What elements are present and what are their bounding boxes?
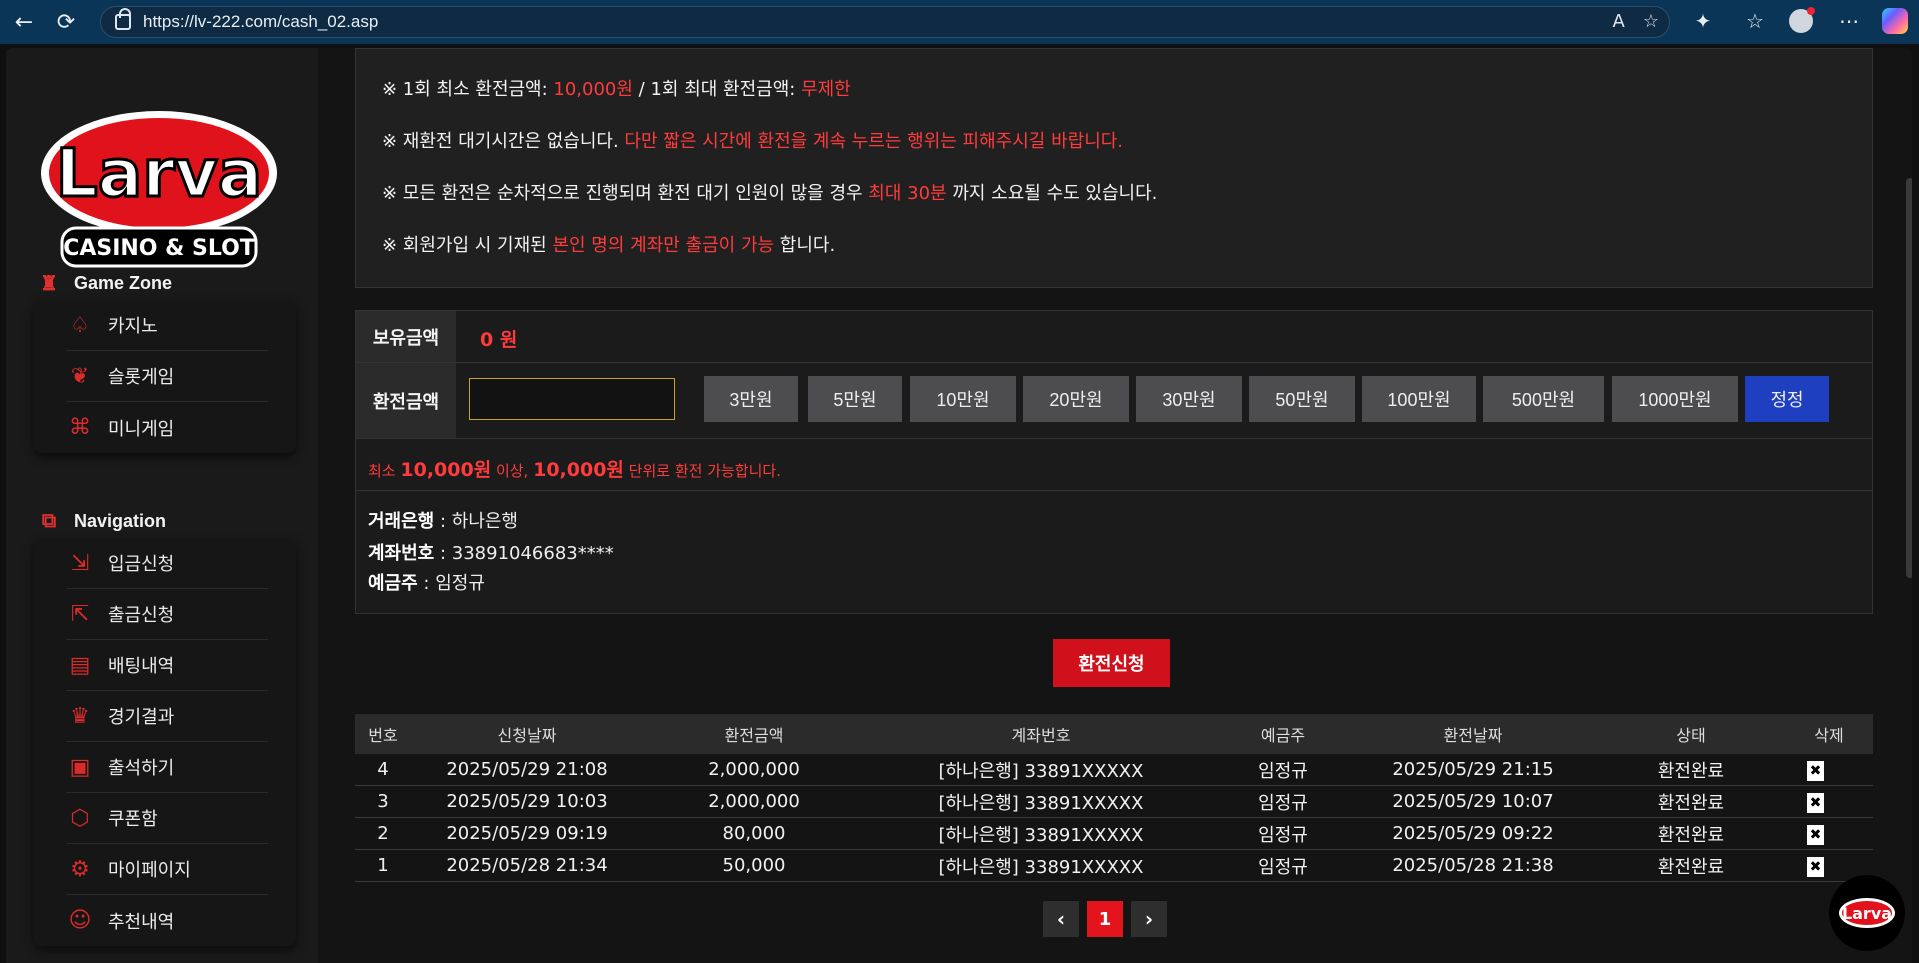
quick-500k-button[interactable]: 50만원 — [1249, 376, 1355, 422]
quick-30k-button[interactable]: 3만원 — [704, 376, 798, 422]
favorite-star-icon[interactable]: ☆ — [1643, 11, 1659, 32]
user-gear-icon: ⚙ — [70, 856, 90, 882]
spade-icon: ♤ — [70, 312, 90, 338]
quick-50k-button[interactable]: 5만원 — [808, 376, 902, 422]
next-page-button[interactable]: › — [1131, 901, 1167, 937]
svg-text:Larva: Larva — [1842, 904, 1892, 923]
delete-row-icon[interactable]: ✖ — [1807, 760, 1824, 781]
delete-row-icon[interactable]: ✖ — [1807, 792, 1824, 813]
amount-input[interactable] — [469, 378, 675, 420]
balance-label: 보유금액 — [356, 311, 456, 362]
cherry-icon: ❦ — [70, 363, 90, 389]
game-zone-menu: ♤ 카지노 ❦ 슬롯게임 ⌘ 미니게임 — [34, 300, 296, 453]
notice-box: ※ 1회 최소 환전금액: 10,000원 / 1회 최대 환전금액: 무제한 … — [355, 48, 1873, 288]
sidebar-item-coupon[interactable]: ⬡ 쿠폰함 — [66, 793, 268, 844]
delete-row-icon[interactable]: ✖ — [1807, 856, 1824, 877]
sidebar: Larva CASINO & SLOT ♜ Game Zone ♤ 카지노 ❦ … — [6, 48, 318, 963]
sidebar-item-deposit[interactable]: ⇲ 입금신청 — [66, 538, 268, 589]
sidebar-item-minigame[interactable]: ⌘ 미니게임 — [66, 402, 268, 453]
table-row: 4 2025/05/29 21:08 2,000,000 [하나은행] 33891XX… — [355, 754, 1873, 786]
sidebar-item-withdraw[interactable]: ⇱ 출금신청 — [66, 589, 268, 640]
delete-row-icon[interactable]: ✖ — [1807, 824, 1824, 845]
copilot-icon[interactable] — [1880, 6, 1910, 36]
page-scrollbar[interactable] — [1906, 178, 1912, 578]
notice-line-2: ※ 재환전 대기시간은 없습니다. 다만 짧은 시간에 환전을 계속 누르는 행… — [382, 131, 1124, 152]
navigation-title: ⧉ Navigation — [36, 508, 166, 534]
bank-info: 거래은행 : 하나은행 — [368, 511, 518, 532]
table-row: 1 2025/05/28 21:34 50,000 [하나은행] 33891XXXXX… — [355, 850, 1873, 882]
page: Larva CASINO & SLOT ♜ Game Zone ♤ 카지노 ❦ … — [6, 48, 1912, 963]
profile-avatar[interactable] — [1786, 6, 1816, 36]
withdraw-history-table: 번호 신청날짜 환전금액 계좌번호 예금주 환전날짜 상태 삭제 4 2025/0… — [355, 714, 1873, 882]
logo-text: Larva — [56, 135, 263, 212]
balance-value: 0 원 — [480, 329, 518, 351]
account-info: 계좌번호 : 33891046683**** — [368, 543, 614, 564]
chess-rook-icon: ♜ — [40, 272, 58, 295]
hint-row: 최소 10,000원 이상, 10,000원 단위로 환전 가능합니다. — [356, 439, 1872, 491]
address-bar[interactable]: https://lv-222.com/cash_02.asp A ☆ — [100, 6, 1670, 38]
quick-1m-button[interactable]: 100만원 — [1362, 376, 1476, 422]
larva-logo[interactable]: Larva CASINO & SLOT — [34, 78, 294, 288]
trophy-icon: ♛ — [70, 703, 90, 729]
sidebar-item-attendance[interactable]: ▣ 출석하기 — [66, 742, 268, 793]
gamepad-icon: ⌘ — [69, 415, 91, 440]
quick-300k-button[interactable]: 30만원 — [1136, 376, 1242, 422]
browser-toolbar: ← ⟳ https://lv-222.com/cash_02.asp A ☆ ✦… — [0, 0, 1919, 44]
sidebar-item-bet-history[interactable]: ▤ 배팅내역 — [66, 640, 268, 691]
notice-line-3: ※ 모든 환전은 순차적으로 진행되며 환전 대기 인원이 많을 경우 최대 3… — [382, 183, 1158, 204]
quick-5m-button[interactable]: 500만원 — [1483, 376, 1604, 422]
withdraw-form: 보유금액 0 원 환전금액 3만원 5만원 10만원 20만원 30만원 50만… — [355, 310, 1873, 614]
extensions-icon[interactable]: ✦ — [1688, 6, 1718, 36]
reset-amount-button[interactable]: 정정 — [1745, 376, 1829, 422]
read-aloud-icon[interactable]: A — [1613, 11, 1625, 32]
quick-200k-button[interactable]: 20만원 — [1023, 376, 1129, 422]
prev-page-button[interactable]: ‹ — [1043, 901, 1079, 937]
larva-mini-logo: Larva — [1839, 898, 1895, 928]
url-text[interactable]: https://lv-222.com/cash_02.asp — [143, 12, 378, 32]
floating-logo-button[interactable]: Larva — [1829, 875, 1905, 951]
logo-subtext: CASINO & SLOT — [63, 236, 255, 261]
balance-row: 보유금액 0 원 — [356, 311, 1872, 363]
gift-box-icon: ⬡ — [70, 805, 90, 831]
withdraw-icon: ⇱ — [70, 601, 90, 627]
sidebar-item-slot[interactable]: ❦ 슬롯게임 — [66, 351, 268, 402]
withdraw-submit-button[interactable]: 환전신청 — [1053, 639, 1170, 687]
navigation-icon: ⧉ — [41, 509, 57, 532]
table-row: 2 2025/05/29 09:19 80,000 [하나은행] 33891XXXXX… — [355, 818, 1873, 850]
holder-info: 예금주 : 임정규 — [368, 573, 485, 594]
navigation-menu: ⇲ 입금신청 ⇱ 출금신청 ▤ 배팅내역 ♛ 경기결과 ▣ 출석하기 ⬡ 쿠폰함 ⚙ 마이페이… — [34, 538, 296, 946]
notice-line-4: ※ 회원가입 시 기재된 본인 명의 계좌만 출금이 가능 합니다. — [382, 235, 836, 256]
amount-row: 환전금액 3만원 5만원 10만원 20만원 30만원 50만원 100만원 5… — [356, 363, 1872, 439]
users-icon: ☺ — [68, 908, 92, 933]
table-header: 번호 신청날짜 환전금액 계좌번호 예금주 환전날짜 상태 삭제 — [355, 714, 1873, 754]
lock-icon — [115, 8, 131, 30]
pagination: ‹ 1 › — [1043, 901, 1167, 937]
sidebar-item-mypage[interactable]: ⚙ 마이페이지 — [66, 844, 268, 895]
sidebar-item-referral[interactable]: ☺ 추천내역 — [66, 895, 268, 946]
table-row: 3 2025/05/29 10:03 2,000,000 [하나은행] 33891XX… — [355, 786, 1873, 818]
game-zone-title: ♜ Game Zone — [36, 270, 172, 296]
quick-100k-button[interactable]: 10만원 — [910, 376, 1016, 422]
amount-hint: 최소 10,000원 이상, 10,000원 단위로 환전 가능합니다. — [368, 459, 781, 481]
favorites-icon[interactable]: ☆ — [1740, 6, 1770, 36]
page-1-button[interactable]: 1 — [1087, 901, 1123, 937]
quick-10m-button[interactable]: 1000만원 — [1612, 376, 1738, 422]
sidebar-item-casino[interactable]: ♤ 카지노 — [66, 300, 268, 351]
deposit-icon: ⇲ — [70, 550, 90, 576]
amount-label: 환전금액 — [356, 363, 456, 438]
document-icon: ▤ — [69, 652, 91, 678]
notice-line-1: ※ 1회 최소 환전금액: 10,000원 / 1회 최대 환전금액: 무제한 — [382, 79, 851, 100]
calendar-icon: ▣ — [69, 754, 91, 780]
refresh-icon[interactable]: ⟳ — [48, 4, 84, 40]
more-menu-icon[interactable]: ⋯ — [1834, 6, 1864, 36]
back-arrow-icon[interactable]: ← — [6, 4, 42, 40]
sidebar-item-results[interactable]: ♛ 경기결과 — [66, 691, 268, 742]
